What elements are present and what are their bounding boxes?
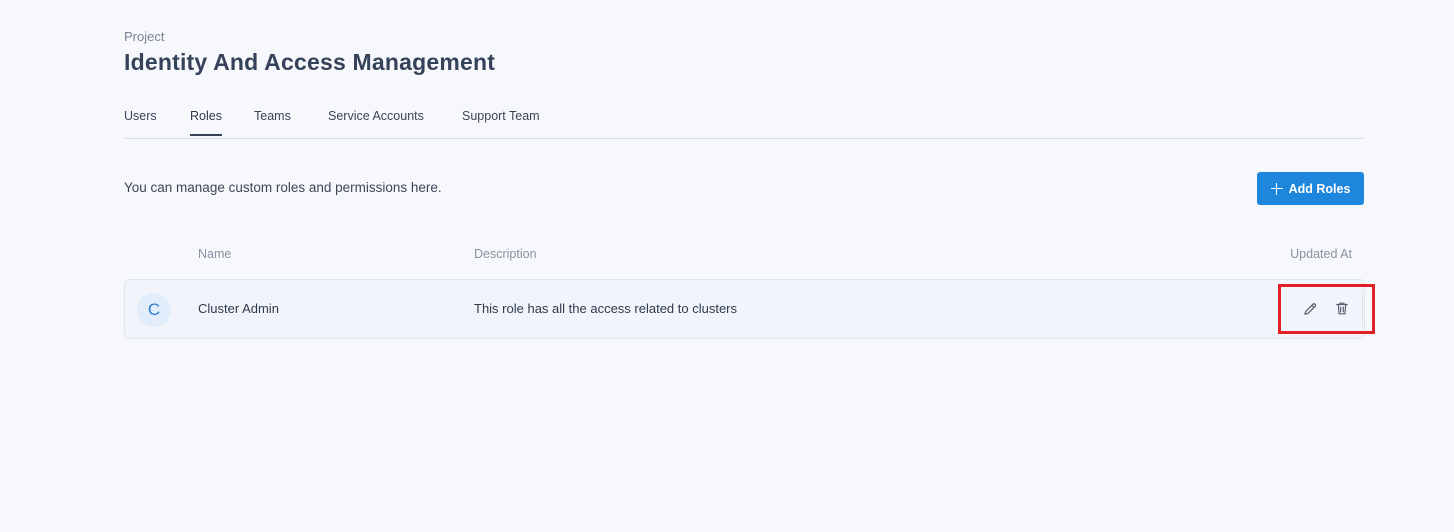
- add-roles-button[interactable]: Add Roles: [1257, 172, 1364, 205]
- role-name: Cluster Admin: [198, 301, 279, 316]
- tab-support-team[interactable]: Support Team: [462, 109, 540, 134]
- pencil-icon: [1303, 302, 1316, 315]
- roles-description: You can manage custom roles and permissi…: [124, 180, 442, 195]
- tab-bar: Users Roles Teams Service Accounts Suppo…: [124, 100, 1364, 139]
- actions-highlight: [1278, 284, 1375, 334]
- column-header-name: Name: [198, 247, 232, 261]
- delete-role-button[interactable]: [1332, 298, 1352, 318]
- column-header-description: Description: [474, 247, 537, 261]
- add-roles-label: Add Roles: [1288, 181, 1351, 196]
- tab-teams[interactable]: Teams: [254, 109, 291, 134]
- tab-users[interactable]: Users: [124, 109, 157, 134]
- column-header-updated-at: Updated At: [1290, 247, 1352, 261]
- breadcrumb-project: Project: [124, 29, 165, 44]
- role-description: This role has all the access related to …: [474, 301, 738, 316]
- tab-service-accounts[interactable]: Service Accounts: [328, 109, 424, 134]
- page-title: Identity And Access Management: [124, 49, 496, 75]
- plus-icon: [1270, 182, 1283, 195]
- trash-icon: [1336, 302, 1348, 314]
- tab-roles[interactable]: Roles: [190, 109, 222, 136]
- edit-role-button[interactable]: [1300, 298, 1320, 318]
- table-header: Name Description Updated At: [124, 247, 1364, 265]
- avatar: C: [137, 293, 171, 327]
- table-row[interactable]: C Cluster Admin This role has all the ac…: [124, 279, 1365, 339]
